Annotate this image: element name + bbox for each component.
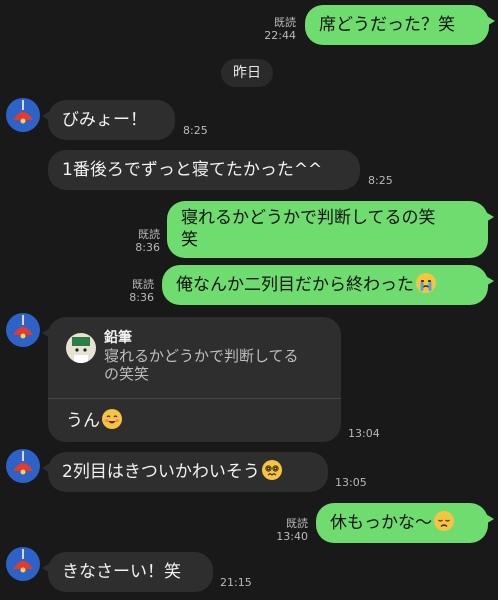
smiling-face-icon: [102, 409, 122, 429]
lamp-icon: [13, 549, 33, 573]
read-receipt-4: 既読 8:36: [114, 278, 154, 304]
read-label: 既読: [286, 517, 308, 530]
red-lamp-avatar-icon[interactable]: [6, 98, 40, 132]
time-label: 22:44: [264, 29, 296, 42]
pencil-character-avatar-icon: [66, 333, 96, 363]
message-text: うん: [66, 411, 100, 431]
read-label: 既読: [138, 228, 160, 241]
reply-sender-name: 鉛筆: [104, 330, 132, 346]
red-lamp-avatar-icon[interactable]: [6, 547, 40, 581]
disappointed-face-icon: [434, 511, 454, 531]
read-receipt-7: 既読 13:40: [270, 517, 308, 543]
lamp-icon: [13, 100, 33, 124]
date-divider: 昨日: [221, 59, 273, 87]
message-bubble-outgoing[interactable]: 俺なんか二列目だから終わった: [162, 265, 494, 305]
message-bubble-incoming[interactable]: 2列目はきついかわいそう: [42, 452, 328, 492]
message-text: 俺なんか二列目だから終わった: [176, 275, 414, 295]
time-label: 13:40: [276, 530, 308, 543]
time-label: 13:05: [335, 476, 367, 489]
reply-divider: [48, 398, 341, 399]
message-bubble-incoming[interactable]: きなさーい！笑: [42, 552, 213, 592]
reply-quote-line: 寝れるかどうかで判断してる: [104, 347, 299, 365]
time-label: 13:04: [348, 427, 380, 440]
reply-message-bubble[interactable]: 鉛筆 寝れるかどうかで判断してる の笑笑 うん: [42, 317, 341, 442]
read-label: 既読: [274, 16, 296, 29]
lamp-icon: [13, 315, 33, 339]
time-label: 8:25: [368, 174, 393, 187]
dizzy-face-icon: [261, 460, 282, 480]
message-text: 休もっかな〜: [330, 513, 432, 533]
time-label: 21:15: [220, 576, 252, 589]
message-text: 2列目はきついかわいそう: [62, 462, 260, 482]
message-text: きなさーい！笑: [62, 562, 181, 582]
message-text: 席どうだった？笑: [319, 15, 455, 35]
crying-face-icon: [416, 273, 436, 293]
message-bubble-outgoing[interactable]: 席どうだった？笑: [305, 5, 495, 45]
reply-quote-line: の笑笑: [104, 365, 150, 383]
read-receipt-0: 既読 22:44: [254, 16, 296, 42]
read-label: 既読: [132, 278, 154, 291]
message-text: びみょー！: [62, 110, 147, 130]
message-text-line: 寝れるかどうかで判断してるの笑: [181, 208, 436, 228]
time-label: 8:36: [129, 291, 154, 304]
lamp-icon: [13, 451, 33, 475]
time-label: 8:36: [135, 241, 160, 254]
message-bubble-outgoing[interactable]: 寝れるかどうかで判断してるの笑 笑: [167, 201, 494, 258]
message-bubble-incoming[interactable]: びみょー！: [42, 100, 175, 140]
red-lamp-avatar-icon[interactable]: [6, 449, 40, 483]
message-text-line: 笑: [181, 230, 198, 250]
message-text: 1番後ろでずっと寝てたかった^^: [62, 160, 323, 180]
red-lamp-avatar-icon[interactable]: [6, 313, 40, 347]
message-text-row: うん: [66, 409, 122, 433]
read-receipt-3: 既読 8:36: [120, 228, 160, 254]
time-label: 8:25: [183, 124, 208, 137]
message-bubble-outgoing[interactable]: 休もっかな〜: [316, 503, 494, 543]
message-bubble-incoming[interactable]: 1番後ろでずっと寝てたかった^^: [48, 150, 360, 190]
